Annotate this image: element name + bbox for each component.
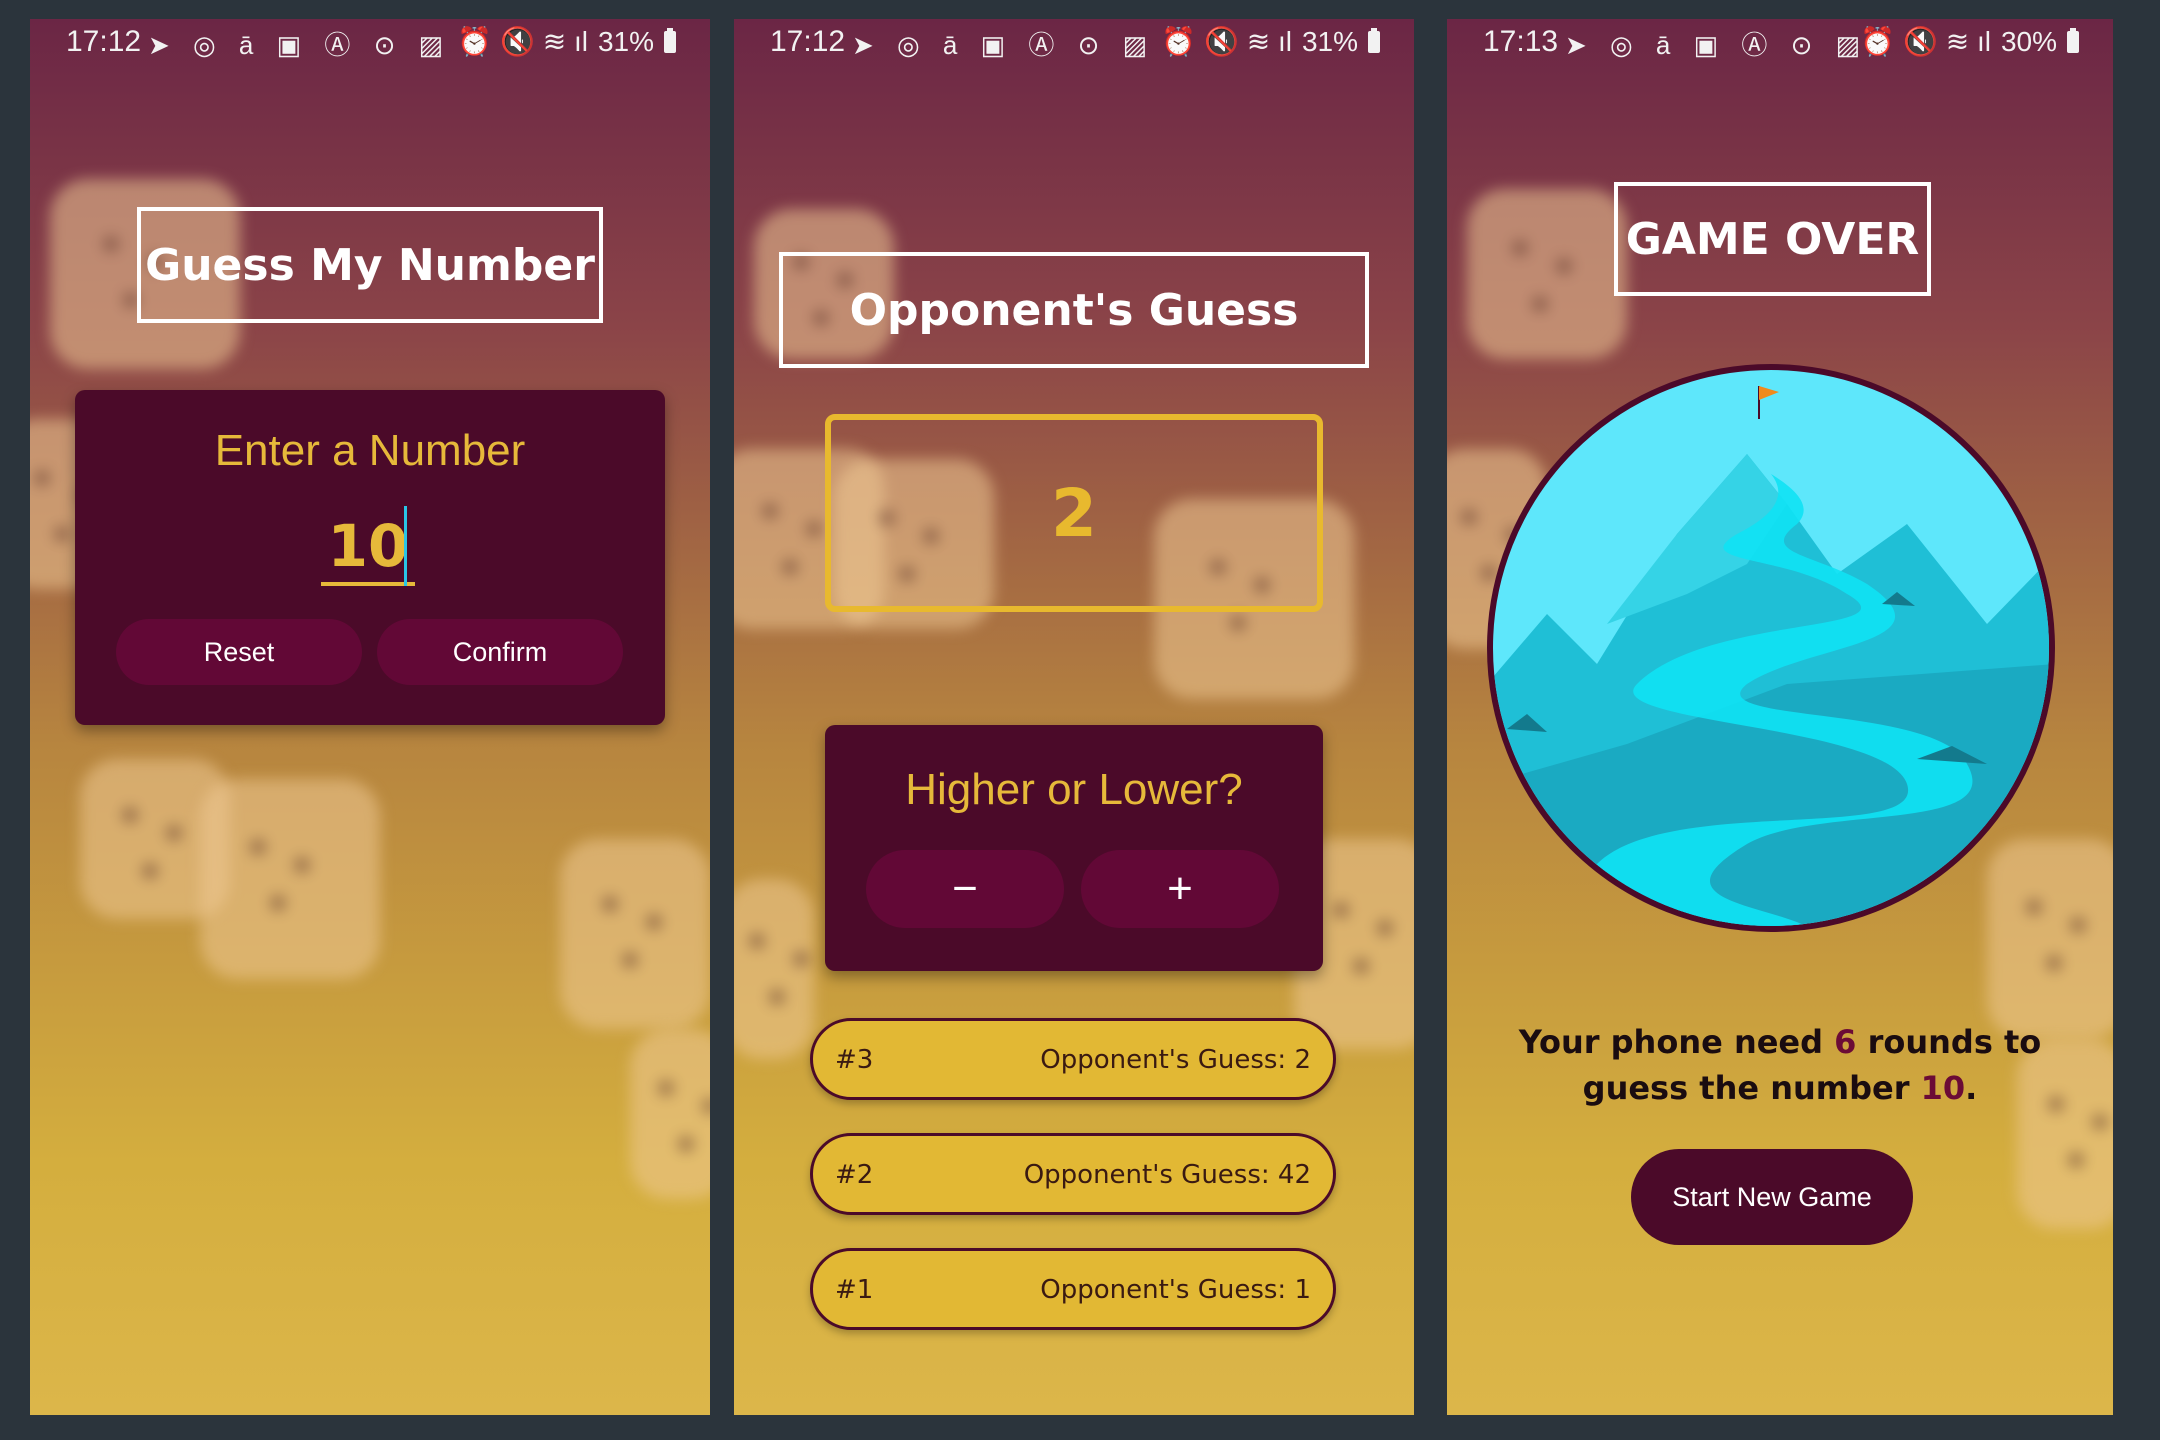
reset-button[interactable]: Reset bbox=[116, 619, 362, 685]
dice-decoration bbox=[560, 839, 710, 1029]
notification-icons: ➤ ◎ ā ▣ Ⓐ ⊙ ▨ bbox=[148, 30, 452, 60]
guess-log-item: #3 Opponent's Guess: 2 bbox=[810, 1018, 1336, 1100]
battery-icon bbox=[1368, 27, 1380, 53]
number-input-card: Enter a Number 10 Reset Confirm bbox=[75, 390, 665, 725]
number-input[interactable]: 10 bbox=[321, 506, 415, 586]
page-title: GAME OVER bbox=[1614, 182, 1931, 296]
target-number: 10 bbox=[1920, 1069, 1966, 1107]
notification-icons: ➤ ◎ ā ▣ Ⓐ ⊙ ▨ bbox=[1565, 30, 1869, 60]
log-round: #2 bbox=[835, 1160, 874, 1190]
status-bar: 17:13 ➤ ◎ ā ▣ Ⓐ ⊙ ▨ ⏰ 🔇 ≋ ıl 30% bbox=[1447, 19, 2113, 63]
dice-decoration bbox=[734, 879, 814, 1059]
current-guess-display: 2 bbox=[825, 414, 1323, 612]
number-input-value: 10 bbox=[327, 512, 409, 580]
summary-text-3: . bbox=[1965, 1069, 1978, 1107]
confirm-button[interactable]: Confirm bbox=[377, 619, 623, 685]
log-guess: Opponent's Guess: 2 bbox=[1040, 1045, 1311, 1075]
notification-icons: ➤ ◎ ā ▣ Ⓐ ⊙ ▨ bbox=[852, 30, 1156, 60]
log-round: #3 bbox=[835, 1045, 874, 1075]
start-new-game-button[interactable]: Start New Game bbox=[1631, 1149, 1913, 1245]
text-cursor bbox=[404, 506, 407, 586]
screen-game: 17:12 ➤ ◎ ā ▣ Ⓐ ⊙ ▨ ⏰ 🔇 ≋ ıl 31% Opponen… bbox=[734, 19, 1414, 1415]
system-icons: ⏰ 🔇 ≋ ıl bbox=[457, 26, 588, 57]
battery-icon bbox=[2067, 27, 2079, 53]
screen-start-game: 17:12 ➤ ◎ ā ▣ Ⓐ ⊙ ▨ ⏰ 🔇 ≋ ıl 31% Guess M… bbox=[30, 19, 710, 1415]
card-title: Enter a Number bbox=[214, 426, 526, 475]
status-time: 17:12 bbox=[770, 25, 846, 58]
battery-icon bbox=[664, 27, 676, 53]
page-title: Guess My Number bbox=[137, 207, 603, 323]
status-time: 17:13 bbox=[1483, 25, 1559, 58]
status-right: ⏰ 🔇 ≋ ıl 31% bbox=[457, 25, 676, 58]
battery-percent: 30% bbox=[2000, 25, 2057, 57]
dice-decoration bbox=[1467, 189, 1627, 359]
log-guess: Opponent's Guess: 42 bbox=[1023, 1160, 1311, 1190]
system-icons: ⏰ 🔇 ≋ ıl bbox=[1860, 26, 1991, 57]
mountain-illustration bbox=[1487, 364, 2055, 932]
page-title: Opponent's Guess bbox=[779, 252, 1369, 368]
log-round: #1 bbox=[835, 1275, 874, 1305]
screen-game-over: 17:13 ➤ ◎ ā ▣ Ⓐ ⊙ ▨ ⏰ 🔇 ≋ ıl 30% GAME OV… bbox=[1447, 19, 2113, 1415]
status-bar: 17:12 ➤ ◎ ā ▣ Ⓐ ⊙ ▨ ⏰ 🔇 ≋ ıl 31% bbox=[30, 19, 710, 63]
guess-log-item: #1 Opponent's Guess: 1 bbox=[810, 1248, 1336, 1330]
status-bar: 17:12 ➤ ◎ ā ▣ Ⓐ ⊙ ▨ ⏰ 🔇 ≋ ıl 31% bbox=[734, 19, 1414, 63]
status-right: ⏰ 🔇 ≋ ıl 30% bbox=[1860, 25, 2079, 58]
battery-percent: 31% bbox=[597, 25, 654, 57]
higher-button[interactable]: + bbox=[1081, 850, 1279, 928]
rounds-count: 6 bbox=[1834, 1023, 1857, 1061]
summary-text-1: Your phone need bbox=[1518, 1023, 1835, 1061]
status-time: 17:12 bbox=[66, 25, 142, 58]
log-guess: Opponent's Guess: 1 bbox=[1040, 1275, 1311, 1305]
higher-lower-card: Higher or Lower? − + bbox=[825, 725, 1323, 971]
lower-button[interactable]: − bbox=[866, 850, 1064, 928]
card-title: Higher or Lower? bbox=[905, 765, 1243, 814]
system-icons: ⏰ 🔇 ≋ ıl bbox=[1161, 26, 1292, 57]
dice-decoration bbox=[630, 1029, 710, 1199]
battery-percent: 31% bbox=[1301, 25, 1358, 57]
guess-log-item: #2 Opponent's Guess: 42 bbox=[810, 1133, 1336, 1215]
dice-decoration bbox=[200, 779, 380, 979]
status-right: ⏰ 🔇 ≋ ıl 31% bbox=[1161, 25, 1380, 58]
game-over-summary: Your phone need 6 rounds to guess the nu… bbox=[1487, 1019, 2073, 1111]
